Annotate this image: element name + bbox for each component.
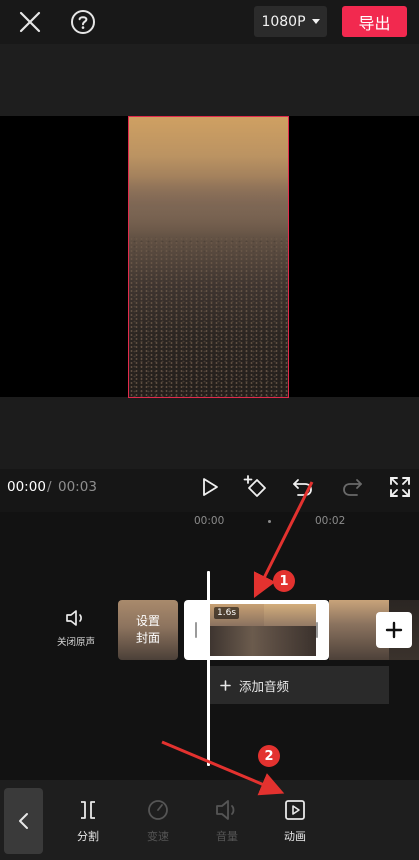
preview-cityscape [129,237,288,397]
keyframe-icon[interactable] [242,473,270,501]
video-preview-frame[interactable] [128,116,289,398]
set-cover-button[interactable]: 设置 封面 [118,600,178,660]
current-time: 00:00 [7,479,46,495]
close-icon[interactable] [15,7,45,37]
fullscreen-icon[interactable] [386,473,414,501]
tool-label: 分割 [77,830,99,843]
tool-animation[interactable]: 动画 [270,798,320,844]
cover-label-line2: 封面 [135,631,160,645]
chevron-down-icon [311,19,320,24]
tool-label: 音量 [216,830,238,843]
mute-original-button[interactable]: 关闭原声 [54,608,98,648]
preview-haze [129,177,288,237]
export-button[interactable]: 导出 [342,6,407,37]
tool-label: 变速 [147,830,169,843]
step-badge-2: 2 [258,745,280,767]
add-audio-button[interactable]: 添加音频 [208,666,389,704]
redo-icon[interactable] [338,473,366,501]
add-clip-button[interactable] [376,612,412,648]
cover-label-line1: 设置 [135,614,160,628]
playhead[interactable] [207,571,210,766]
total-time: 00:03 [58,479,97,495]
clip-duration-badge: 1.6s [214,607,240,619]
help-icon[interactable] [68,7,98,37]
speaker-icon [66,610,82,626]
resolution-dropdown[interactable]: 1080P [254,6,327,37]
ruler-label: 00:00 [194,515,225,527]
step-badge-1: 1 [273,570,295,592]
undo-icon[interactable] [289,473,317,501]
ruler-label: 00:02 [315,515,346,527]
resolution-label: 1080P [261,13,306,30]
preview-bottom-area [0,397,419,469]
plus-icon [385,621,403,639]
thumb-sky [264,604,316,626]
chevron-left-icon [18,813,28,829]
back-button[interactable] [4,788,43,854]
tool-speed: 变速 [133,798,183,844]
preview-top-area [0,44,419,116]
tool-label: 动画 [284,830,306,843]
add-audio-label: 添加音频 [239,678,290,694]
volume-icon [216,800,235,820]
play-icon[interactable] [196,473,224,501]
tool-split[interactable]: 分割 [63,798,113,844]
animation-icon [285,800,305,820]
clip-trim-handle-left[interactable] [195,622,197,638]
split-icon [81,801,95,819]
speed-icon [148,800,168,820]
mute-label: 关闭原声 [56,637,95,648]
ruler-tick [268,520,271,523]
clip-trim-handle-right[interactable] [316,622,318,638]
time-separator: / [47,479,52,495]
tool-volume: 音量 [202,798,252,844]
plus-icon [220,679,231,691]
